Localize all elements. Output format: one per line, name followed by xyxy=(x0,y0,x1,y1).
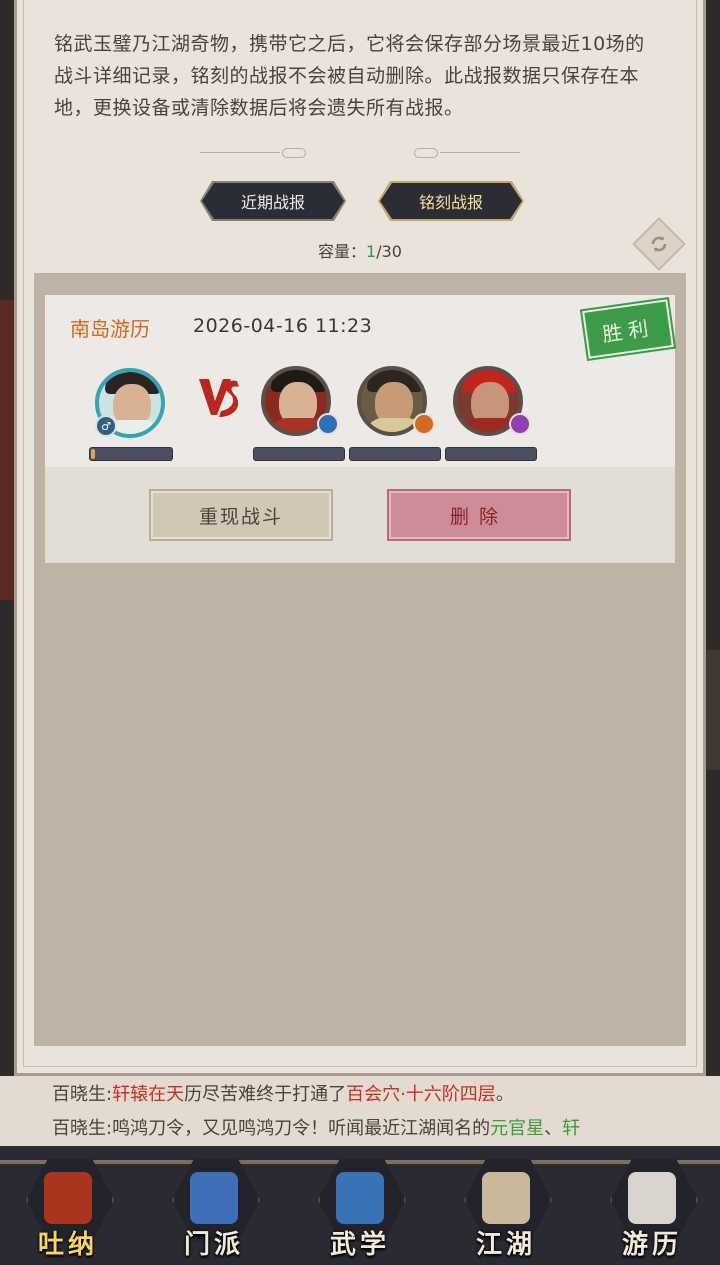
chat-line-2: 百晓生:鸣鸿刀令，又见鸣鸿刀令！听闻最近江湖闻名的元官星、轩 xyxy=(52,1118,581,1139)
nav-jianghu[interactable]: 江湖 xyxy=(458,1150,554,1260)
martial-arts-icon xyxy=(336,1172,384,1224)
capacity-total: /30 xyxy=(376,242,402,261)
orange-orb-icon xyxy=(413,413,435,435)
tab-recent-reports[interactable]: 近期战报 xyxy=(202,183,344,219)
capacity-used: 1 xyxy=(366,242,377,261)
nav-youli[interactable]: 游历 xyxy=(604,1150,700,1260)
blue-orb-icon xyxy=(317,413,339,435)
enemy-hp-bar-2 xyxy=(349,447,441,461)
meditation-icon xyxy=(44,1172,92,1224)
battle-time: 2026-04-16 11:23 xyxy=(193,315,373,337)
battle-mode: 南岛游历 xyxy=(70,317,150,341)
jianghu-icon xyxy=(482,1172,530,1224)
nav-tuna[interactable]: 吐纳 xyxy=(20,1150,116,1260)
gender-male-icon: ♂ xyxy=(95,415,117,437)
nav-wuxue[interactable]: 武学 xyxy=(312,1150,408,1260)
travel-icon xyxy=(628,1172,676,1224)
delete-button[interactable]: 删除 xyxy=(387,489,571,541)
sect-icon xyxy=(190,1172,238,1224)
ornament-divider-right xyxy=(410,148,520,158)
enemy-hp-bar-3 xyxy=(445,447,537,461)
description-text: 铭武玉璧乃江湖奇物，携带它之后，它将会保存部分场景最近10场的战斗详细记录，铭刻… xyxy=(54,33,645,119)
chat-line-1: 百晓生:轩辕在天历尽苦难终于打通了百会穴·十六阶四层。 xyxy=(52,1084,514,1105)
ornament-divider-left xyxy=(200,148,310,158)
purple-orb-icon xyxy=(509,413,531,435)
battle-record-card: 南岛游历 2026-04-16 11:23 胜利 ♂ 重现战斗 删除 xyxy=(45,295,677,563)
tab-engraved-reports[interactable]: 铭刻战报 xyxy=(380,183,522,219)
capacity-indicator: 容量：1/30 xyxy=(0,238,720,262)
chat-ticker[interactable]: 百晓生:轩辕在天历尽苦难终于打通了百会穴·十六阶四层。 百晓生:鸣鸿刀令，又见鸣… xyxy=(0,1076,720,1146)
enemy-hp-bar-1 xyxy=(253,447,345,461)
versus-icon xyxy=(199,379,239,417)
nav-menpai[interactable]: 门派 xyxy=(166,1150,262,1260)
replay-battle-button[interactable]: 重现战斗 xyxy=(149,489,333,541)
refresh-icon xyxy=(651,236,667,252)
player-hp-bar xyxy=(89,447,173,461)
capacity-label: 容量： xyxy=(318,242,367,261)
